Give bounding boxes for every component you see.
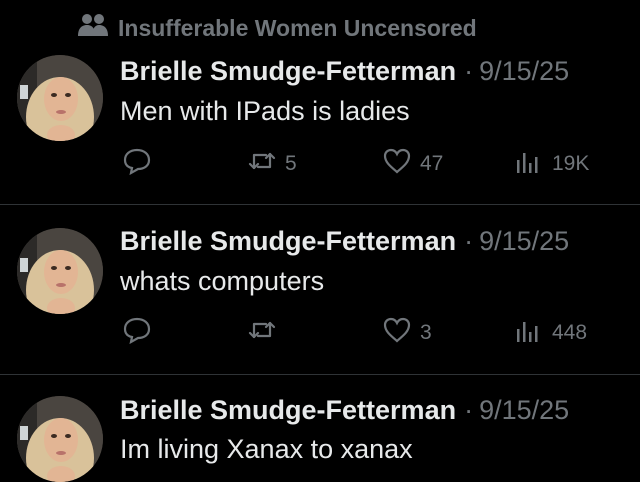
retweet-icon <box>247 315 277 351</box>
retweet-button[interactable]: 5 <box>247 146 297 182</box>
tweet-date[interactable]: 9/15/25 <box>479 395 569 426</box>
tweet-text: whats computers <box>120 266 325 296</box>
heart-icon <box>382 315 412 351</box>
like-button[interactable]: 47 <box>382 146 443 182</box>
retweet-button[interactable] <box>247 315 285 351</box>
divider <box>0 204 640 205</box>
retweet-icon <box>247 146 277 182</box>
separator-dot: · <box>464 395 474 425</box>
community-label[interactable]: Insufferable Women Uncensored <box>78 12 477 44</box>
like-button[interactable]: 3 <box>382 315 432 351</box>
heart-icon <box>382 146 412 182</box>
tweet-date[interactable]: 9/15/25 <box>479 226 569 257</box>
avatar[interactable] <box>17 228 103 314</box>
views-icon <box>514 146 544 182</box>
views-button[interactable]: 19K <box>514 146 589 182</box>
people-icon <box>78 12 108 44</box>
retweet-count: 5 <box>285 152 297 175</box>
reply-button[interactable] <box>122 146 160 182</box>
avatar[interactable] <box>17 55 103 141</box>
views-icon <box>514 315 544 351</box>
divider <box>0 374 640 375</box>
reply-icon <box>122 146 152 182</box>
like-count: 3 <box>420 321 432 344</box>
author-name[interactable]: Brielle Smudge-Fetterman <box>120 395 456 426</box>
separator-dot: · <box>464 56 474 86</box>
like-count: 47 <box>420 152 444 175</box>
views-button[interactable]: 448 <box>514 315 587 351</box>
separator-dot: · <box>464 226 474 256</box>
author-name[interactable]: Brielle Smudge-Fetterman <box>120 56 456 87</box>
reply-button[interactable] <box>122 315 160 351</box>
reply-icon <box>122 315 152 351</box>
community-name: Insufferable Women Uncensored <box>118 14 477 41</box>
avatar[interactable] <box>17 396 103 482</box>
view-count: 448 <box>552 321 588 344</box>
view-count: 19K <box>552 152 590 175</box>
tweet-text: Im living Xanax to xanax <box>120 434 413 464</box>
author-name[interactable]: Brielle Smudge-Fetterman <box>120 226 456 257</box>
tweet-text: Men with IPads is ladies <box>120 96 410 126</box>
tweet-date[interactable]: 9/15/25 <box>479 56 569 87</box>
